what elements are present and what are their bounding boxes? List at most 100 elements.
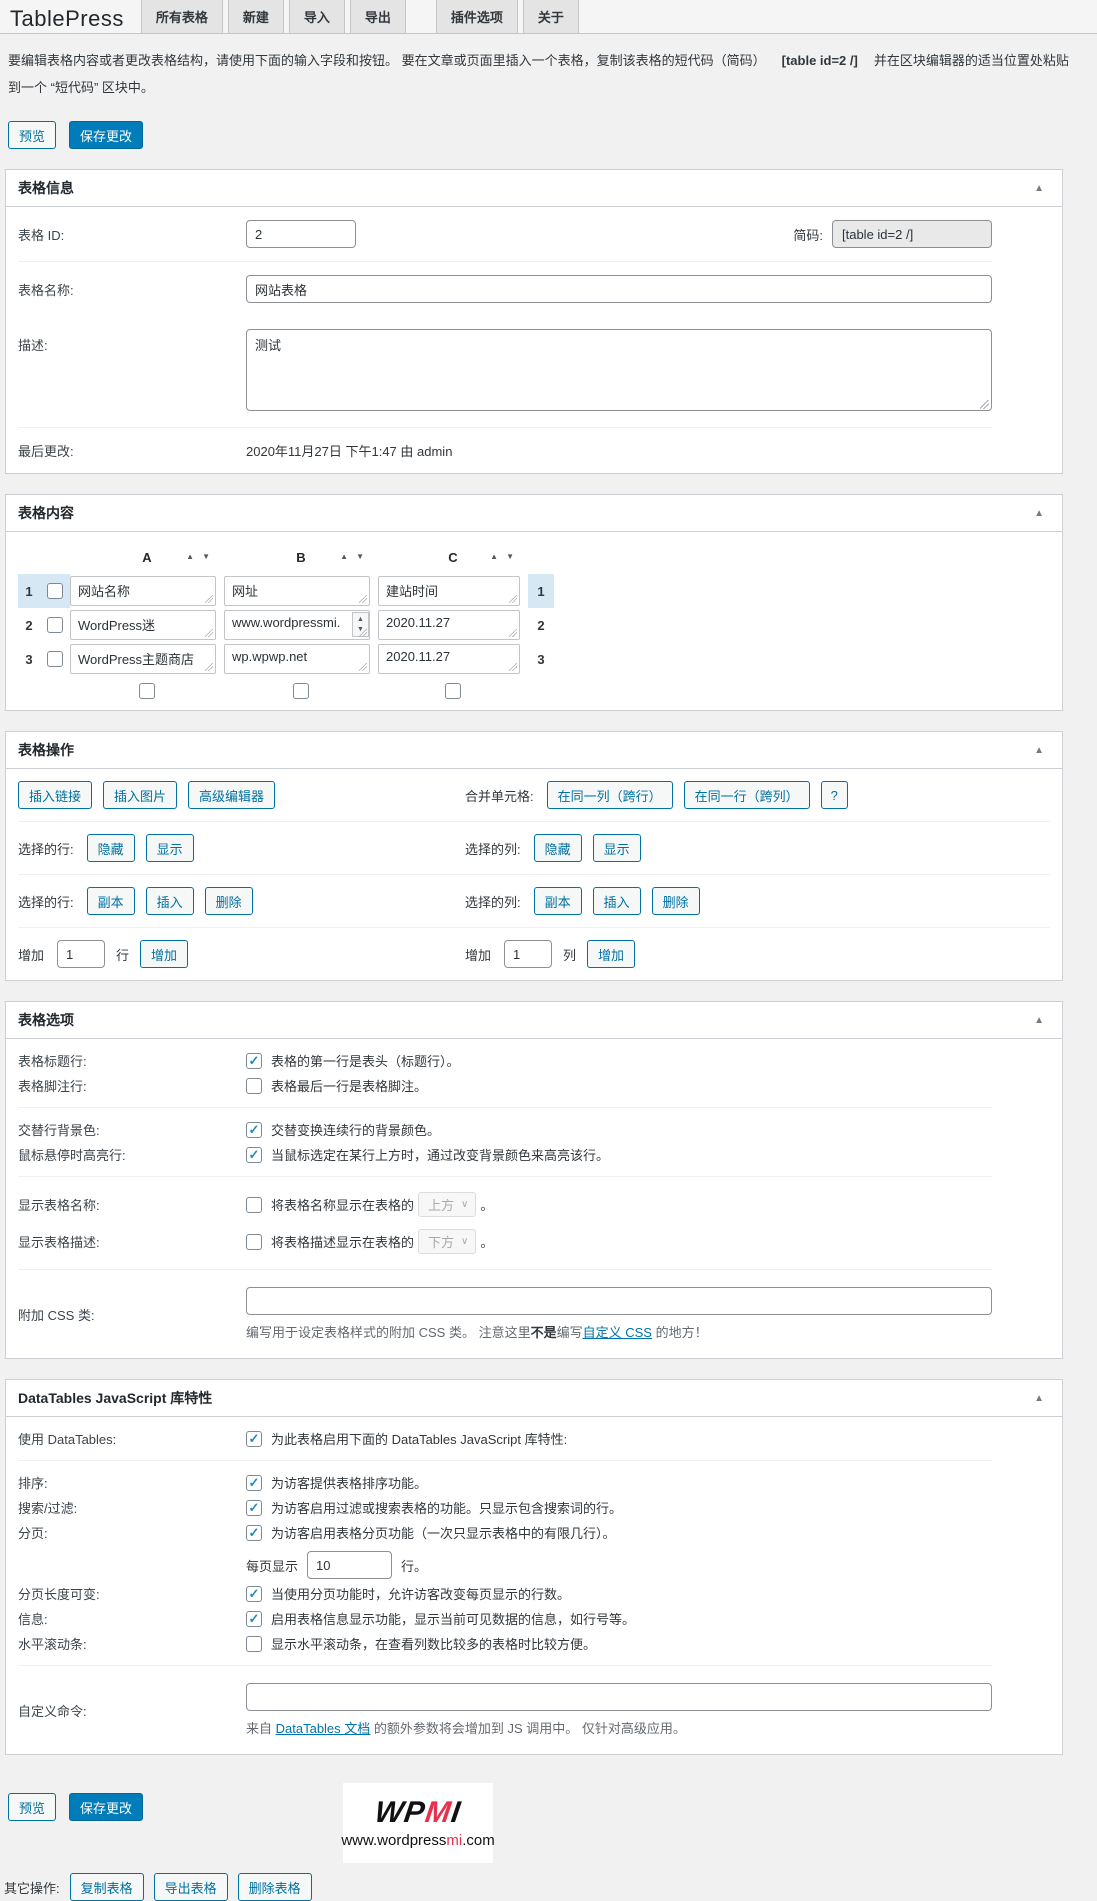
cell-a3: WordPress主题商店 — [70, 642, 224, 676]
other-actions-bar: 其它操作: 复制表格 导出表格 删除表格 — [4, 1873, 1097, 1901]
add-cols-button[interactable]: 增加 — [587, 940, 636, 969]
sort-desc-icon[interactable]: ▼ — [356, 553, 364, 561]
css-class-help: 编写用于设定表格样式的附加 CSS 类。 注意这里不是编写自定义 CSS 的地方… — [246, 1322, 992, 1341]
duplicate-cols-button[interactable]: 副本 — [533, 887, 582, 916]
cell-a2: WordPress迷 — [70, 608, 224, 642]
cell-textarea[interactable]: wp.wpwp.net — [224, 644, 370, 675]
shortcode-readonly-field[interactable]: [table id=2 /] — [832, 220, 992, 249]
duplicate-rows-button[interactable]: 副本 — [86, 887, 135, 916]
tab-about[interactable]: 关于 — [522, 0, 579, 33]
column-select-checkbox[interactable] — [293, 683, 309, 700]
show-cols-button[interactable]: 显示 — [592, 834, 641, 863]
desc-position-select[interactable]: 下方 ∨ — [418, 1229, 477, 1255]
option-length-change: 分页长度可变: 当使用分页功能时，允许访客改变每页显示的行数。 — [18, 1581, 992, 1606]
logo-letters-wp: WP — [372, 1795, 428, 1829]
insert-image-button[interactable]: 插入图片 — [103, 781, 178, 810]
delete-cols-button[interactable]: 删除 — [651, 887, 700, 916]
add-rows-button[interactable]: 增加 — [140, 940, 189, 969]
panel-title: 表格操作 — [18, 742, 74, 759]
column-header-a: A ▲ ▼ — [70, 540, 224, 574]
tab-plugin-options[interactable]: 插件选项 — [435, 0, 518, 33]
cell-textarea[interactable]: 建站时间 — [378, 576, 520, 607]
delete-rows-button[interactable]: 删除 — [204, 887, 253, 916]
sort-asc-icon[interactable]: ▲ — [340, 553, 348, 561]
tab-import[interactable]: 导入 — [288, 0, 345, 33]
hover-highlight-checkbox[interactable] — [246, 1146, 262, 1163]
pagination-checkbox[interactable] — [246, 1524, 262, 1541]
custom-css-link[interactable]: 自定义 CSS — [583, 1325, 652, 1340]
column-select-checkbox[interactable] — [139, 683, 155, 700]
cell-textarea[interactable]: 2020.11.27 — [378, 644, 520, 675]
info-checkbox[interactable] — [246, 1610, 262, 1627]
insert-cols-button[interactable]: 插入 — [592, 887, 641, 916]
cell-textarea[interactable]: WordPress迷 — [70, 610, 216, 641]
row-select-cell — [40, 608, 70, 642]
sort-asc-icon[interactable]: ▲ — [490, 553, 498, 561]
table-description-textarea[interactable]: 测试 — [246, 329, 992, 412]
copy-table-button[interactable]: 复制表格 — [69, 1873, 144, 1901]
delete-table-button[interactable]: 删除表格 — [237, 1873, 312, 1901]
option-label: 显示表格名称: — [18, 1198, 100, 1214]
sort-desc-icon[interactable]: ▼ — [506, 553, 514, 561]
hide-rows-button[interactable]: 隐藏 — [86, 834, 135, 863]
per-page-input[interactable] — [307, 1551, 393, 1580]
row-select-checkbox[interactable] — [47, 617, 63, 634]
preview-button[interactable]: 预览 — [8, 121, 57, 150]
css-class-input[interactable] — [246, 1287, 992, 1316]
show-rows-button[interactable]: 显示 — [145, 834, 194, 863]
cell-textarea[interactable]: 2020.11.27 — [378, 610, 520, 641]
collapse-panel-button[interactable]: ▲ — [1028, 183, 1050, 194]
footer-row-checkbox[interactable] — [246, 1077, 262, 1094]
hide-cols-button[interactable]: 隐藏 — [533, 834, 582, 863]
add-cols-count-input[interactable] — [504, 940, 553, 969]
column-letter: A — [142, 549, 152, 565]
datatables-group-use: 使用 DataTables: 为此表格启用下面的 DataTables Java… — [18, 1417, 992, 1462]
preview-button-bottom[interactable]: 预览 — [8, 1793, 57, 1822]
save-changes-button-bottom[interactable]: 保存更改 — [69, 1793, 144, 1822]
cell-textarea[interactable]: 网站名称 — [70, 576, 216, 607]
collapse-panel-button[interactable]: ▲ — [1028, 745, 1050, 756]
insert-rows-button[interactable]: 插入 — [145, 887, 194, 916]
sort-desc-icon[interactable]: ▼ — [202, 553, 210, 561]
tab-export[interactable]: 导出 — [349, 0, 406, 33]
custom-commands-input[interactable] — [246, 1683, 992, 1712]
table-id-input[interactable] — [246, 220, 356, 249]
advanced-editor-button[interactable]: 高级编辑器 — [188, 781, 276, 810]
name-position-select[interactable]: 上方 ∨ — [418, 1192, 477, 1218]
option-label: 显示表格描述: — [18, 1235, 100, 1251]
row-select-checkbox[interactable] — [47, 651, 63, 668]
row-select-checkbox[interactable] — [47, 583, 63, 600]
use-datatables-checkbox[interactable] — [246, 1430, 262, 1447]
length-change-checkbox[interactable] — [246, 1585, 262, 1602]
cell-textarea[interactable]: WordPress主题商店 — [70, 644, 216, 675]
sorting-checkbox[interactable] — [246, 1474, 262, 1491]
combine-help-button[interactable]: ? — [820, 781, 848, 810]
intro-text: 要编辑表格内容或者更改表格结构，请使用下面的输入字段和按钮。 要在文章或页面里插… — [8, 48, 1085, 101]
filtering-checkbox[interactable] — [246, 1499, 262, 1516]
help-bold: 不是 — [530, 1325, 557, 1341]
tab-add-new[interactable]: 新建 — [227, 0, 284, 33]
collapse-panel-button[interactable]: ▲ — [1028, 1393, 1050, 1404]
combine-colspan-button[interactable]: 在同一行（跨列） — [683, 781, 810, 810]
header-row-checkbox[interactable] — [246, 1052, 262, 1069]
table-name-input[interactable] — [246, 275, 992, 304]
cell-textarea[interactable]: www.wordpressmi. — [224, 610, 370, 641]
cell-spinner[interactable]: ▲ ▼ — [352, 612, 369, 638]
datatables-doc-link[interactable]: DataTables 文档 — [276, 1721, 371, 1736]
sort-asc-icon[interactable]: ▲ — [186, 553, 194, 561]
insert-link-button[interactable]: 插入链接 — [18, 781, 93, 810]
collapse-panel-button[interactable]: ▲ — [1028, 508, 1050, 519]
cols-unit-label: 列 — [563, 947, 577, 963]
cell-textarea[interactable]: 网址 — [224, 576, 370, 607]
show-name-checkbox[interactable] — [246, 1196, 262, 1213]
combine-rowspan-button[interactable]: 在同一列（跨行） — [546, 781, 673, 810]
collapse-panel-button[interactable]: ▲ — [1028, 1015, 1050, 1026]
show-desc-checkbox[interactable] — [246, 1233, 262, 1250]
tab-all-tables[interactable]: 所有表格 — [140, 0, 223, 33]
save-changes-button[interactable]: 保存更改 — [69, 121, 144, 150]
alternating-checkbox[interactable] — [246, 1121, 262, 1138]
column-select-checkbox[interactable] — [445, 683, 461, 700]
export-table-button[interactable]: 导出表格 — [153, 1873, 228, 1901]
horizontal-scroll-checkbox[interactable] — [246, 1635, 262, 1652]
add-rows-count-input[interactable] — [57, 940, 106, 969]
